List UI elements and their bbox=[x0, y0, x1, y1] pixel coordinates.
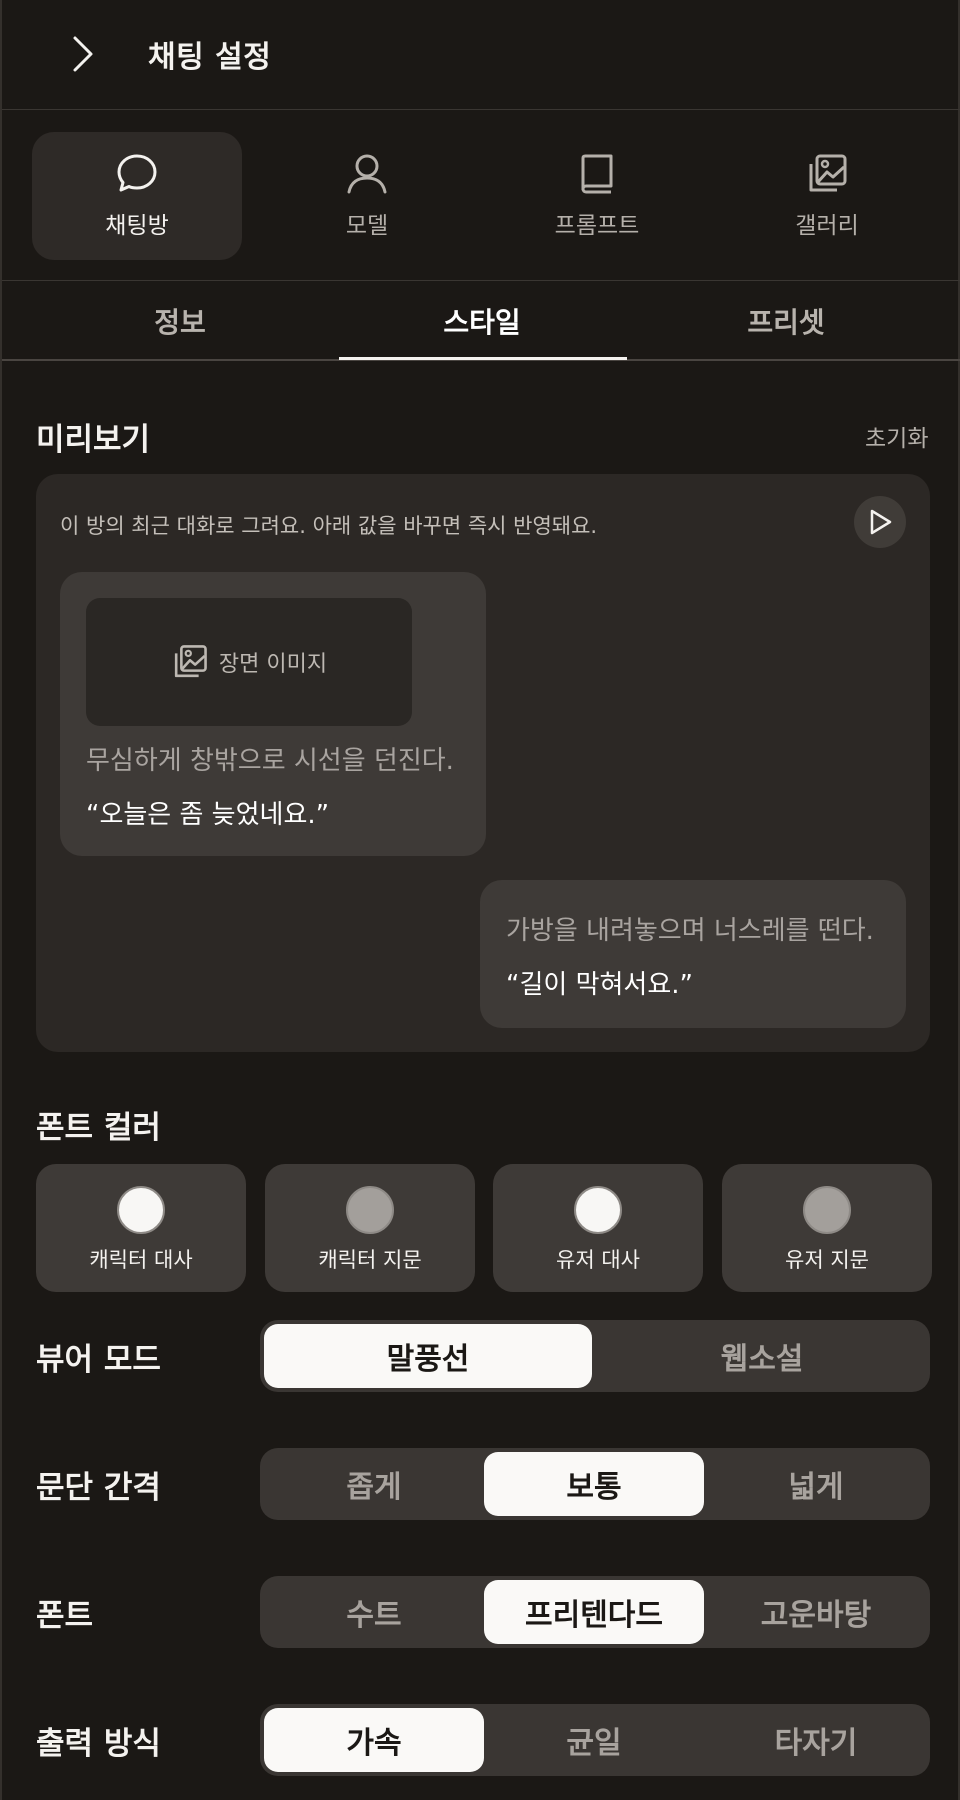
color-character-dialogue[interactable]: 캐릭터 대사 bbox=[36, 1164, 246, 1292]
font-option[interactable]: 프리텐다드 bbox=[484, 1580, 704, 1644]
person-icon bbox=[347, 154, 387, 194]
paragraph-spacing-option[interactable]: 넓게 bbox=[706, 1452, 926, 1516]
output-mode-option[interactable]: 균일 bbox=[484, 1708, 704, 1772]
play-button[interactable] bbox=[854, 496, 906, 548]
paragraph-spacing-option[interactable]: 보통 bbox=[484, 1452, 704, 1516]
tab-model-label: 모델 bbox=[345, 213, 389, 239]
book-icon bbox=[581, 154, 613, 194]
preview-hint: 이 방의 최근 대화로 그려요. 아래 값을 바꾸면 즉시 반영돼요. bbox=[60, 514, 598, 538]
tab-gallery-label: 갤러리 bbox=[795, 213, 859, 239]
tab-gallery[interactable]: 갤러리 bbox=[722, 132, 932, 260]
color-user-narration[interactable]: 유저 지문 bbox=[722, 1164, 932, 1292]
sub-tabs: 정보 스타일 프리셋 bbox=[2, 281, 960, 361]
preview-card: 이 방의 최근 대화로 그려요. 아래 값을 바꾸면 즉시 반영돼요. 장면 이… bbox=[36, 474, 930, 1052]
color-label: 유저 지문 bbox=[785, 1248, 869, 1272]
output-mode-segmented: 가속 균일 타자기 bbox=[260, 1704, 930, 1776]
character-message-bubble: 장면 이미지 무심하게 창밖으로 시선을 던진다. “오늘은 좀 늦었네요.” bbox=[60, 572, 486, 856]
scene-image-label: 장면 이미지 bbox=[218, 652, 328, 677]
color-label: 캐릭터 지문 bbox=[318, 1248, 422, 1272]
reset-button[interactable]: 초기화 bbox=[865, 419, 928, 453]
font-label: 폰트 bbox=[36, 1598, 94, 1634]
paragraph-spacing-segmented: 좁게 보통 넓게 bbox=[260, 1448, 930, 1520]
gallery-icon bbox=[809, 154, 847, 192]
scene-image-placeholder: 장면 이미지 bbox=[86, 598, 412, 726]
color-user-dialogue[interactable]: 유저 대사 bbox=[493, 1164, 703, 1292]
output-mode-option[interactable]: 가속 bbox=[264, 1708, 484, 1772]
paragraph-spacing-label: 문단 간격 bbox=[36, 1470, 161, 1506]
color-character-narration[interactable]: 캐릭터 지문 bbox=[265, 1164, 475, 1292]
tab-preset[interactable]: 프리셋 bbox=[636, 281, 936, 361]
image-icon bbox=[174, 645, 207, 678]
output-mode-option[interactable]: 타자기 bbox=[706, 1708, 926, 1772]
character-narration: 무심하게 창밖으로 시선을 던진다. bbox=[86, 746, 454, 776]
color-swatch bbox=[574, 1186, 622, 1234]
viewer-mode-label: 뷰어 모드 bbox=[36, 1342, 161, 1378]
header: 채팅 설정 bbox=[2, 0, 960, 110]
active-tab-indicator bbox=[339, 357, 627, 360]
chevron-right-icon bbox=[73, 36, 93, 72]
paragraph-spacing-option[interactable]: 좁게 bbox=[264, 1452, 484, 1516]
color-swatch bbox=[803, 1186, 851, 1234]
tab-prompt-label: 프롬프트 bbox=[554, 213, 640, 239]
app-frame: 채팅 설정 채팅방 모델 프롬프트 갤러리 정보 스타일 프리셋 미리보기 초기… bbox=[0, 0, 960, 1800]
font-option[interactable]: 고운바탕 bbox=[706, 1580, 926, 1644]
viewer-mode-option[interactable]: 웹소설 bbox=[598, 1324, 926, 1388]
user-narration: 가방을 내려놓으며 너스레를 떤다. bbox=[506, 916, 874, 946]
play-icon bbox=[870, 509, 892, 535]
preview-title: 미리보기 bbox=[36, 422, 151, 458]
category-tabs: 채팅방 모델 프롬프트 갤러리 bbox=[32, 132, 932, 260]
tab-chatroom[interactable]: 채팅방 bbox=[32, 132, 242, 260]
page-title: 채팅 설정 bbox=[148, 40, 272, 75]
user-dialogue: “길이 막혀서요.” bbox=[506, 970, 693, 1000]
color-label: 유저 대사 bbox=[556, 1248, 640, 1272]
character-dialogue: “오늘은 좀 늦었네요.” bbox=[86, 800, 330, 830]
viewer-mode-option[interactable]: 말풍선 bbox=[264, 1324, 592, 1388]
tab-model[interactable]: 모델 bbox=[262, 132, 472, 260]
back-button[interactable] bbox=[58, 30, 106, 78]
color-swatch bbox=[346, 1186, 394, 1234]
output-mode-label: 출력 방식 bbox=[36, 1726, 161, 1762]
font-option[interactable]: 수트 bbox=[264, 1580, 484, 1644]
font-segmented: 수트 프리텐다드 고운바탕 bbox=[260, 1576, 930, 1648]
chat-bubble-icon bbox=[117, 154, 157, 192]
tab-style[interactable]: 스타일 bbox=[332, 281, 632, 361]
color-label: 캐릭터 대사 bbox=[89, 1248, 193, 1272]
color-swatch bbox=[117, 1186, 165, 1234]
tab-chatroom-label: 채팅방 bbox=[105, 213, 169, 239]
font-color-title: 폰트 컬러 bbox=[36, 1110, 161, 1146]
tab-info[interactable]: 정보 bbox=[30, 281, 330, 361]
tab-prompt[interactable]: 프롬프트 bbox=[492, 132, 702, 260]
viewer-mode-segmented: 말풍선 웹소설 bbox=[260, 1320, 930, 1392]
user-message-bubble: 가방을 내려놓으며 너스레를 떤다. “길이 막혀서요.” bbox=[480, 880, 906, 1028]
